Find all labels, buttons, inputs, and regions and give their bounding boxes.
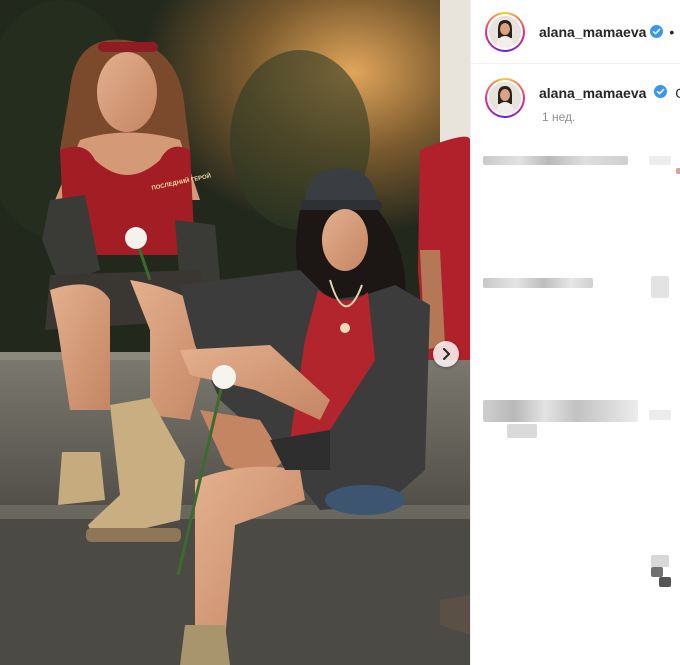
avatar[interactable]	[485, 11, 525, 52]
verified-badge-icon	[650, 25, 664, 38]
caption-avatar[interactable]	[485, 78, 525, 118]
next-photo-button[interactable]	[433, 341, 459, 367]
post-timestamp[interactable]: 1 нед.	[542, 110, 575, 124]
caption: alana_mamaeva O	[471, 64, 680, 118]
caption-text: alana_mamaeva O	[539, 85, 680, 101]
instagram-post-view: ПОСЛЕДНИЙ ГЕРОЙ alana_mamaeva • alana_ma…	[0, 0, 680, 665]
caption-username[interactable]: alana_mamaeva	[539, 85, 646, 101]
post-side-panel: alana_mamaeva • alana_mamaeva 1 нед.	[470, 0, 680, 665]
verified-badge-icon	[654, 85, 668, 98]
chevron-right-icon	[443, 348, 450, 360]
post-header: alana_mamaeva •	[471, 0, 680, 64]
post-photo[interactable]: ПОСЛЕДНИЙ ГЕРОЙ	[0, 0, 470, 665]
avatar-image	[489, 15, 521, 48]
avatar-image	[489, 82, 521, 114]
header-separator-dot: •	[669, 23, 675, 40]
caption-body: O	[675, 85, 680, 101]
photo-illustration: ПОСЛЕДНИЙ ГЕРОЙ	[0, 0, 470, 665]
header-username[interactable]: alana_mamaeva	[539, 24, 646, 40]
